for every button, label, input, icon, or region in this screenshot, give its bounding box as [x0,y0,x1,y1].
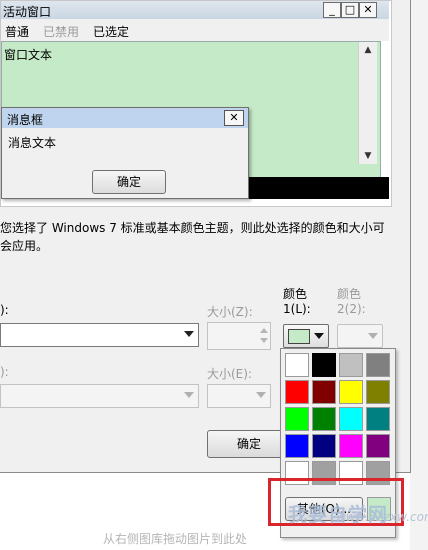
item-dropdown[interactable] [0,323,199,347]
theme-description: 您选择了 Windows 7 标准或基本颜色主题，则此处选择的颜色和大小可会应用… [0,221,385,253]
chevron-down-icon [184,331,194,337]
color1-label-line2: 1(L): [283,302,311,316]
message-text: 消息文本 [8,136,57,150]
color1-picker-button[interactable] [283,324,329,348]
color2-label-line1: 颜色 [337,287,362,301]
inactive-window-titlebar: 活动窗口 _ □ ✕ [1,1,389,19]
chevron-down-icon [368,333,378,339]
palette-swatch[interactable] [366,407,390,431]
palette-swatch[interactable] [285,434,309,458]
menu-disabled: 已禁用 [43,25,80,39]
spin-down-icon [260,338,268,343]
palette-swatch[interactable] [366,380,390,404]
scroll-down-icon: ▼ [364,151,372,161]
font-dropdown [0,384,199,408]
preview-menubar: 普通 已禁用 已选定 [1,19,389,41]
palette-swatch[interactable] [339,434,363,458]
close-icon: ✕ [359,2,377,18]
color1-label-line1: 颜色 [283,287,308,301]
palette-swatch[interactable] [312,434,336,458]
color2-label-line2: 2(2): [337,302,366,316]
palette-swatch[interactable] [285,353,309,377]
palette-swatch[interactable] [366,353,390,377]
palette-swatch[interactable] [312,407,336,431]
palette-swatch[interactable] [339,407,363,431]
message-box-preview: 消息框 ✕ 消息文本 确定 [1,107,249,199]
item-label: ): [0,303,9,317]
font-size-dropdown [207,384,271,408]
color1-swatch [288,329,310,344]
window-text: 窗口文本 [4,48,53,62]
maximize-icon: □ [341,2,359,18]
palette-swatch[interactable] [339,353,363,377]
minimize-icon: _ [323,2,341,18]
watermark-url: www.52zxw.com [336,510,428,524]
chevron-down-icon [314,333,324,339]
inactive-window-title: 活动窗口 [3,5,52,19]
palette-swatch[interactable] [285,380,309,404]
message-box-title: 消息框 [7,113,44,127]
palette-swatch[interactable] [312,353,336,377]
menu-normal: 普通 [5,25,30,39]
palette-swatch[interactable] [366,434,390,458]
size-label: 大小(Z): [207,305,253,319]
font-size-label: 大小(E): [207,367,252,381]
palette-swatch[interactable] [312,380,336,404]
font-label: ): [0,365,9,379]
close-icon: ✕ [224,110,244,126]
chevron-down-icon [256,392,266,398]
menu-selected: 已选定 [93,25,130,39]
size-spinner [207,322,271,350]
message-box-titlebar: 消息框 ✕ [2,108,248,128]
spin-up-icon [260,328,268,333]
preview-scrollbar: ▲ ▼ [358,42,377,164]
message-ok-button: 确定 [92,170,166,194]
palette-swatch[interactable] [339,380,363,404]
scroll-up-icon: ▲ [364,45,372,55]
background-page-strip [410,0,428,550]
palette-swatch[interactable] [285,407,309,431]
appearance-preview[interactable]: 活动窗口 _ □ ✕ 普通 已禁用 已选定 窗口文本 ▲ ▼ 消息框 ✕ 消息文… [0,0,392,207]
chevron-down-icon [184,392,194,398]
drag-hint-text: 从右侧图库拖动图片到此处 [103,532,248,546]
color2-picker-button [337,324,383,348]
ok-button[interactable]: 确定 [207,430,291,458]
